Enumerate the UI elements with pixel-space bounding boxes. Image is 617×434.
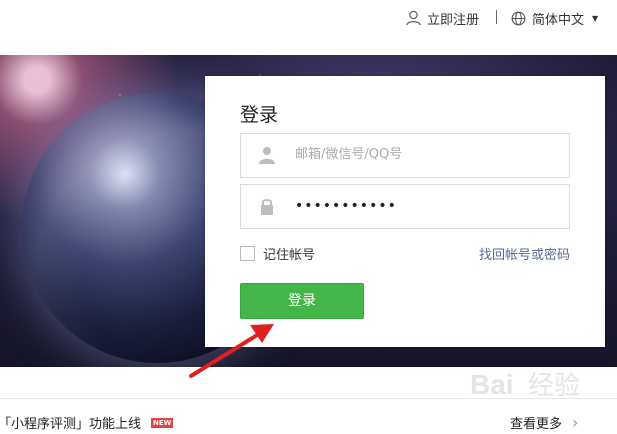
svg-text:Bai: Bai	[470, 369, 514, 400]
language-selector[interactable]: 简体中文 ▼	[511, 8, 598, 28]
user-icon	[406, 10, 421, 26]
account-field	[240, 133, 570, 178]
view-more-link[interactable]: 查看更多 ›	[510, 413, 578, 432]
login-button[interactable]: 登录	[240, 283, 364, 319]
login-title: 登录	[240, 104, 279, 126]
password-input[interactable]	[295, 185, 555, 226]
register-label: 立即注册	[427, 12, 480, 28]
register-link[interactable]: 立即注册	[406, 8, 479, 28]
notice-link[interactable]: 「小程序评测」功能上线 NEW	[0, 413, 174, 432]
baidu-jingyan-watermark: Bai 经验	[470, 369, 580, 401]
remember-label: 记住帐号	[263, 248, 316, 263]
view-more-label: 查看更多	[510, 417, 563, 432]
login-panel: 登录 记住帐号 找回帐号或密码 登录	[205, 76, 605, 347]
chevron-right-icon: ›	[572, 413, 579, 432]
account-input[interactable]	[295, 134, 555, 175]
forgot-account-link[interactable]: 找回帐号或密码	[479, 244, 570, 263]
password-field	[240, 184, 570, 229]
remember-account[interactable]: 记住帐号	[240, 244, 315, 263]
notice-text: 「小程序评测」功能上线	[0, 417, 142, 432]
globe-icon	[511, 11, 526, 25]
caret-down-icon: ▼	[592, 13, 599, 23]
user-icon	[259, 147, 275, 164]
new-badge: NEW	[151, 417, 174, 428]
remember-checkbox[interactable]	[240, 246, 255, 261]
top-bar: 立即注册 简体中文 ▼	[0, 0, 617, 55]
lock-icon	[261, 199, 273, 215]
language-label: 简体中文	[532, 12, 585, 28]
svg-text:经验: 经验	[528, 371, 580, 401]
topbar-divider	[496, 10, 497, 24]
